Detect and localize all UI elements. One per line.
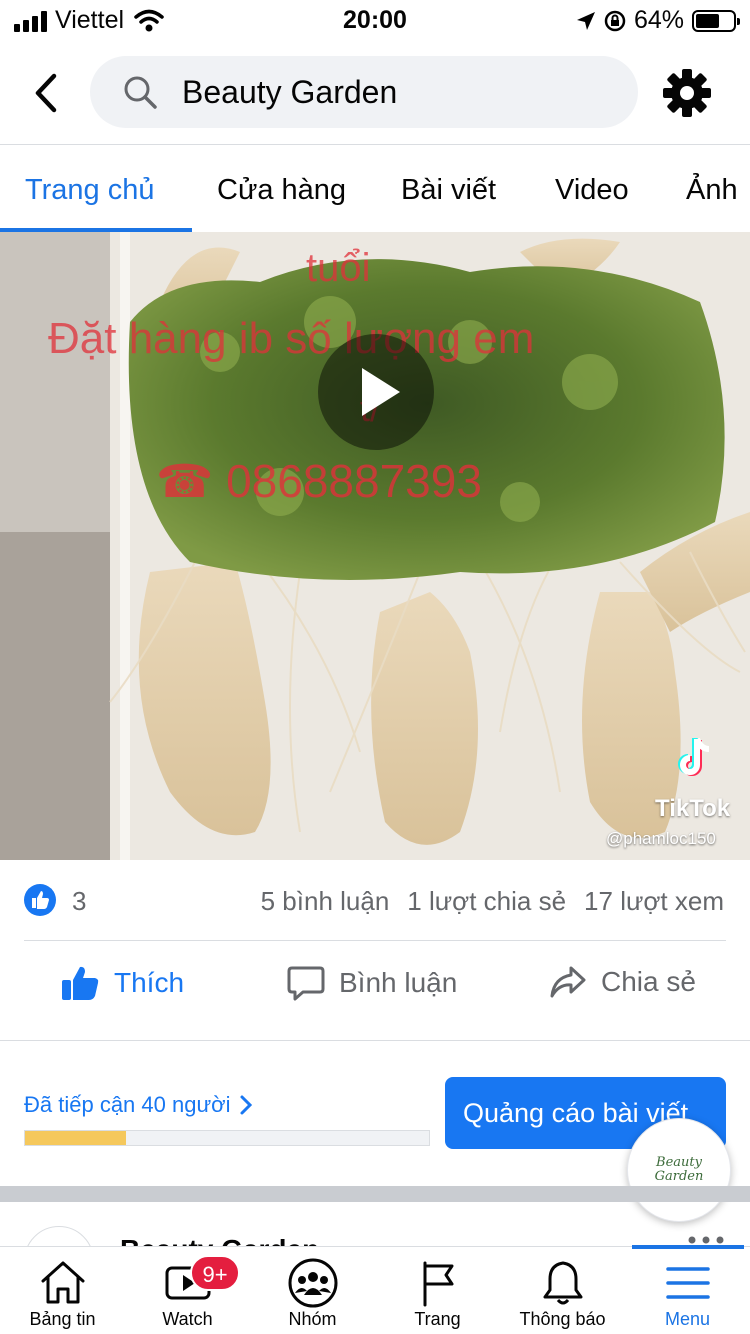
next-post-header: Beauty Garden bbox=[0, 1210, 750, 1250]
nav-label-watch: Watch bbox=[162, 1309, 213, 1329]
watch-notification-badge: 9+ bbox=[190, 1255, 240, 1291]
groups-icon bbox=[288, 1258, 337, 1308]
tab-posts[interactable]: Bài viết bbox=[401, 174, 496, 207]
comment-count[interactable]: 5 bình luận bbox=[261, 886, 390, 917]
battery-icon bbox=[692, 9, 740, 32]
location-arrow-icon bbox=[576, 11, 595, 30]
share-button[interactable]: Chia sẻ bbox=[549, 964, 696, 1000]
chevron-right-icon bbox=[240, 1095, 252, 1115]
back-arrow-icon[interactable] bbox=[22, 70, 72, 116]
bell-icon bbox=[543, 1261, 582, 1305]
tab-home[interactable]: Trang chủ bbox=[25, 174, 155, 207]
post-actions: Thích Bình luận Chia sẻ bbox=[0, 950, 750, 1016]
tiktok-username: @phamloc150 bbox=[606, 829, 716, 848]
status-right: 64% bbox=[576, 6, 740, 35]
rotation-lock-icon bbox=[604, 10, 626, 31]
tab-video[interactable]: Video bbox=[555, 174, 629, 207]
nav-item-news-feed[interactable]: Bảng tin bbox=[0, 1247, 125, 1334]
nav-label-groups: Nhóm bbox=[288, 1309, 337, 1329]
gear-icon[interactable] bbox=[662, 68, 712, 118]
stats-divider bbox=[24, 940, 726, 941]
reach-label: Đã tiếp cận 40 người bbox=[24, 1092, 231, 1117]
nav-label-notifications: Thông báo bbox=[519, 1309, 606, 1329]
home-icon bbox=[41, 1261, 84, 1304]
comment-icon bbox=[287, 966, 325, 1001]
nav-label-news-feed: Bảng tin bbox=[29, 1309, 96, 1329]
search-query: Beauty Garden bbox=[182, 73, 398, 110]
reach-progress-fill bbox=[25, 1131, 126, 1145]
share-label: Chia sẻ bbox=[601, 966, 696, 997]
section-divider bbox=[0, 1040, 750, 1041]
nav-item-pages[interactable]: Trang bbox=[375, 1247, 500, 1334]
feed-separator bbox=[0, 1186, 750, 1202]
share-count[interactable]: 1 lượt chia sẻ bbox=[407, 886, 566, 917]
floating-page-logo[interactable]: Beauty Garden bbox=[627, 1118, 731, 1222]
post-stats: 3 5 bình luận 1 lượt chia sẻ 17 lượt xem bbox=[0, 878, 750, 926]
flag-icon bbox=[423, 1261, 453, 1307]
nav-item-notifications[interactable]: Thông báo bbox=[500, 1247, 625, 1334]
play-icon[interactable] bbox=[316, 332, 436, 452]
nav-item-groups[interactable]: Nhóm bbox=[250, 1247, 375, 1334]
video-overlay-phone: ☎ 0868887393 bbox=[156, 455, 482, 507]
logo-line1: Beauty bbox=[656, 1155, 702, 1170]
reach-link[interactable]: Đã tiếp cận 40 người bbox=[24, 1092, 253, 1118]
video-overlay-line2: Đặt hàng ib số lượng em bbox=[48, 314, 535, 363]
video-overlay-line1: tuổi bbox=[306, 246, 371, 290]
nav-item-menu[interactable]: Menu bbox=[625, 1247, 750, 1334]
video-player[interactable]: tuổi Đặt hàng ib số lượng em t/ ☎ 086888… bbox=[0, 232, 750, 860]
comment-label: Bình luận bbox=[339, 967, 458, 998]
menu-icon bbox=[665, 1267, 710, 1299]
tab-photos[interactable]: Ảnh bbox=[686, 174, 738, 207]
tiktok-logo-icon bbox=[678, 737, 710, 776]
comment-button[interactable]: Bình luận bbox=[287, 964, 457, 1002]
page-tabs: Trang chủ Cửa hàng Bài viết Video Ảnh bbox=[0, 146, 750, 232]
thumbs-up-icon bbox=[62, 966, 99, 1000]
bottom-navigation: Bảng tin Watch 9+ Nhóm Trang Thông báo M… bbox=[0, 1245, 750, 1334]
status-bar: Viettel 20:00 64% bbox=[0, 0, 750, 42]
logo-line2: Garden bbox=[654, 1169, 704, 1184]
like-button[interactable]: Thích bbox=[60, 964, 184, 1002]
search-header: Beauty Garden bbox=[0, 56, 750, 130]
nav-label-pages: Trang bbox=[414, 1309, 461, 1329]
stats-right: 5 bình luận 1 lượt chia sẻ 17 lượt xem bbox=[261, 886, 724, 917]
search-input[interactable]: Beauty Garden bbox=[90, 56, 638, 128]
like-count[interactable]: 3 bbox=[72, 886, 86, 917]
tiktok-brand: TikTok bbox=[655, 795, 731, 822]
more-options-icon[interactable] bbox=[686, 1236, 726, 1244]
reach-progress-bar bbox=[24, 1130, 430, 1146]
like-reaction-icon[interactable] bbox=[24, 884, 56, 916]
tab-shop[interactable]: Cửa hàng bbox=[217, 174, 346, 207]
like-label: Thích bbox=[114, 967, 185, 998]
nav-label-menu: Menu bbox=[664, 1309, 711, 1329]
share-icon bbox=[550, 966, 586, 998]
header-divider bbox=[0, 144, 750, 145]
search-icon bbox=[124, 76, 157, 109]
logo-text: Beauty Garden bbox=[655, 1156, 704, 1184]
view-count[interactable]: 17 lượt xem bbox=[584, 886, 724, 917]
battery-percent: 64% bbox=[633, 6, 684, 34]
